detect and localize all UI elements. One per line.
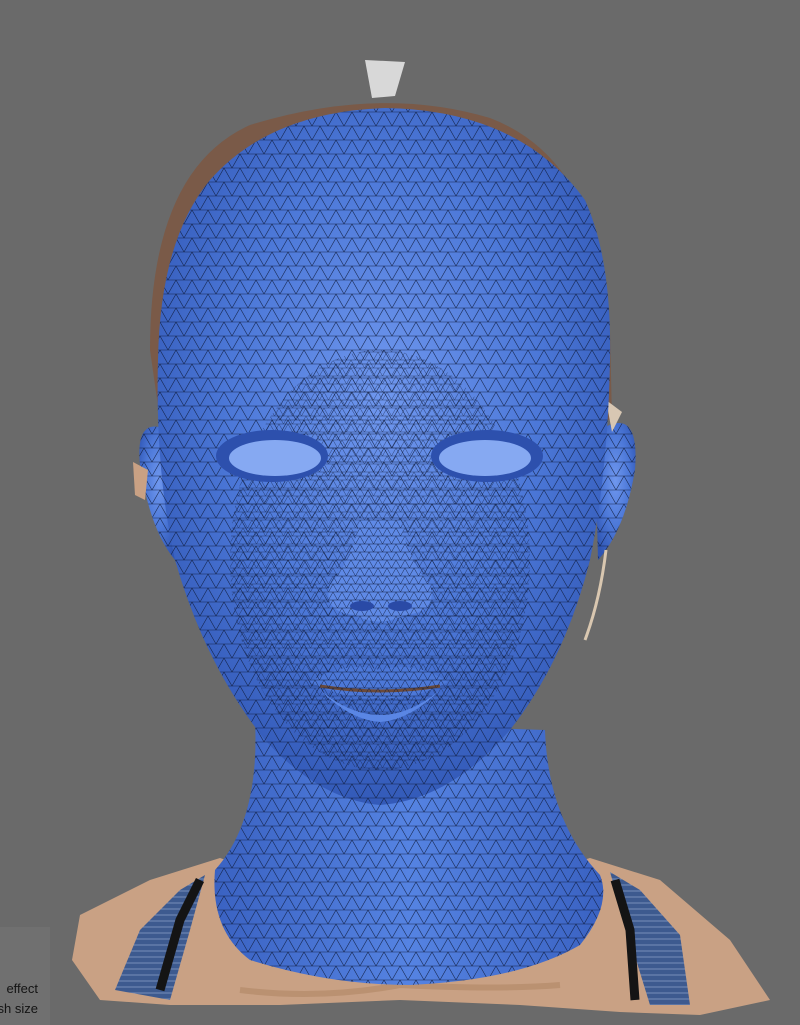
brush-effect-label[interactable]: effect bbox=[6, 981, 38, 997]
brush-settings-panel: effect sh size bbox=[0, 927, 50, 1025]
3d-viewport[interactable]: effect sh size bbox=[0, 0, 800, 1025]
head-mesh-render[interactable] bbox=[0, 0, 800, 1025]
brush-size-label[interactable]: sh size bbox=[0, 1001, 38, 1017]
